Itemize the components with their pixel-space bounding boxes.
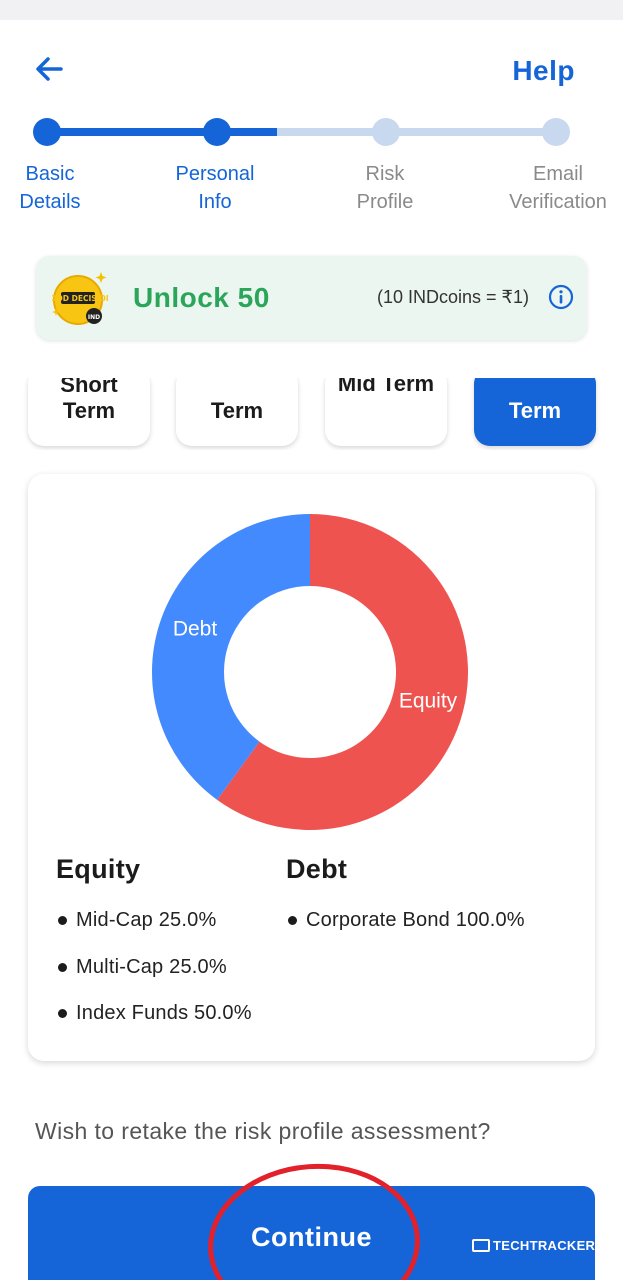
step-label-basic-details[interactable]: Basic Details [0, 160, 120, 216]
watermark-text: TECHTRACKER.IN [493, 1238, 613, 1253]
term-chip-label: Term [508, 398, 562, 423]
donut-label-debt: Debt [173, 618, 218, 641]
term-chip-label: Term [210, 398, 264, 423]
info-icon[interactable] [548, 284, 574, 310]
good-decision-coin-icon: GOOD DECISION IND [52, 272, 108, 325]
asset-allocation-card: Equity Debt Equity Mid-Cap 25.0% Multi-Ca… [28, 474, 595, 1061]
screen-icon [472, 1239, 490, 1252]
step-label-email-verification[interactable]: Email Verification [483, 160, 623, 216]
step-label-personal-info[interactable]: Personal Info [145, 160, 285, 216]
step-dot-personal-info [203, 118, 231, 146]
onboarding-stepper: Basic Details Personal Info Risk Profile… [0, 112, 623, 222]
term-chip-term[interactable]: Term [176, 378, 298, 446]
allocation-item: Multi-Cap 25.0% [58, 956, 227, 978]
allocation-item: Corporate Bond 100.0% [288, 909, 525, 931]
step-dot-email-verification [542, 118, 570, 146]
coin-badge-text: IND [88, 314, 100, 321]
debt-column-title: Debt [286, 854, 348, 884]
investment-term-selector: Short Term Term Mid Term Term [0, 378, 623, 450]
coin-logo-text: GOOD DECISION [52, 294, 108, 303]
term-chip-label: Mid Term [337, 378, 435, 396]
step-dot-risk-profile [372, 118, 400, 146]
allocation-item: Index Funds 50.0% [58, 1002, 252, 1024]
step-dot-basic-details [33, 118, 61, 146]
allocation-item: Mid-Cap 25.0% [57, 909, 217, 931]
status-bar [0, 0, 623, 20]
help-link[interactable]: Help [512, 55, 575, 87]
equity-column-title: Equity [56, 854, 141, 884]
red-highlight-circle [202, 1156, 426, 1280]
stepper-progress [48, 128, 277, 136]
step-label-risk-profile[interactable]: Risk Profile [315, 160, 455, 216]
donut-label-equity: Equity [399, 690, 458, 713]
retake-assessment-link[interactable]: Wish to retake the risk profile assessme… [35, 1118, 491, 1145]
allocation-donut-chart: Equity Debt [152, 514, 468, 830]
term-chip-mid-term[interactable]: Mid Term [325, 378, 447, 446]
indcoins-banner[interactable]: GOOD DECISION IND Unlock 50 (10 INDcoins… [36, 256, 587, 340]
watermark: TECHTRACKER.IN [472, 1238, 613, 1253]
term-chip-short-term[interactable]: Short Term [28, 378, 150, 446]
coin-conversion-rate: (10 INDcoins = ₹1) [376, 287, 529, 307]
back-button[interactable] [30, 50, 70, 90]
unlock-title: Unlock 50 [133, 282, 270, 313]
term-chip-long-term[interactable]: Term [474, 378, 596, 446]
term-chip-label: Short Term [60, 378, 118, 423]
arrow-left-icon [36, 57, 63, 81]
